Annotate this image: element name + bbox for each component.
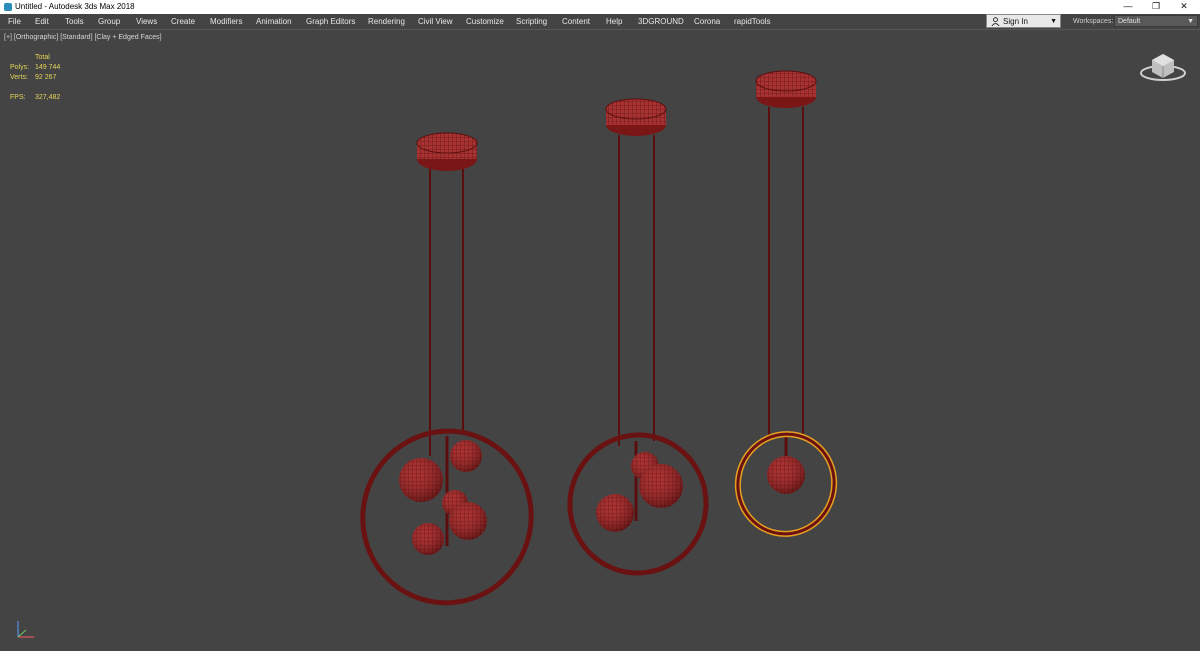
menu-tools[interactable]: Tools: [65, 14, 84, 29]
user-icon: [991, 17, 1000, 26]
menu-edit[interactable]: Edit: [35, 14, 49, 29]
menu-modifiers[interactable]: Modifiers: [210, 14, 242, 29]
chevron-down-icon: ▼: [1187, 18, 1194, 25]
lamp-1-sphere-2-shade: [450, 440, 482, 472]
pendant-lamp-2[interactable]: [554, 98, 721, 588]
close-button[interactable]: ✕: [1172, 0, 1196, 14]
viewport-orthographic[interactable]: [+] [Orthographic] [Standard] [Clay + Ed…: [0, 29, 1200, 651]
menu-customize[interactable]: Customize: [466, 14, 504, 29]
lamp-3-canopy-top: [755, 70, 817, 92]
lamp-2-ring: [567, 432, 709, 576]
workspaces-select[interactable]: Default ▼: [1114, 15, 1198, 27]
lamp-1-sphere-5-shade: [412, 523, 444, 555]
workspaces-value: Default: [1118, 18, 1141, 25]
axis-gizmo-icon: [17, 621, 34, 638]
menu-help[interactable]: Help: [606, 14, 622, 29]
lamp-2-canopy-top: [605, 98, 667, 120]
menu-3dground[interactable]: 3DGROUND: [638, 14, 684, 29]
sign-in-dropdown[interactable]: Sign In ▼: [986, 14, 1061, 28]
viewcube-icon[interactable]: [1138, 48, 1188, 84]
pendant-lamp-3-selected[interactable]: [727, 70, 846, 545]
lamp-3-sphere-shade: [767, 456, 805, 494]
restore-button[interactable]: ❐: [1144, 0, 1168, 14]
menu-views[interactable]: Views: [136, 14, 157, 29]
window-title: Untitled - Autodesk 3ds Max 2018: [15, 2, 135, 11]
lamp-1-sphere-4-shade: [449, 502, 487, 540]
menu-content[interactable]: Content: [562, 14, 590, 29]
menu-corona[interactable]: Corona: [694, 14, 720, 29]
menu-civil-view[interactable]: Civil View: [418, 14, 453, 29]
menu-rendering[interactable]: Rendering: [368, 14, 405, 29]
menu-graph-editors[interactable]: Graph Editors: [306, 14, 355, 29]
menu-rapidtools[interactable]: rapidTools: [734, 14, 770, 29]
minimize-button[interactable]: —: [1116, 0, 1140, 14]
sign-in-label: Sign In: [1003, 17, 1028, 26]
scene-canvas[interactable]: [0, 30, 1200, 651]
chevron-down-icon: ▼: [1050, 18, 1057, 25]
menu-scripting[interactable]: Scripting: [516, 14, 547, 29]
lamp-1-sphere-1-shade: [399, 458, 443, 502]
workspaces-label: Workspaces:: [1073, 18, 1114, 25]
lamp-2-sphere-2-shade: [639, 464, 683, 508]
lamp-2-sphere-3-shade: [596, 494, 634, 532]
menu-create[interactable]: Create: [171, 14, 195, 29]
menu-animation[interactable]: Animation: [256, 14, 292, 29]
app-icon: [4, 3, 12, 11]
lamp-1-canopy-top: [416, 132, 478, 154]
pendant-lamp-1[interactable]: [341, 132, 554, 625]
title-bar: Untitled - Autodesk 3ds Max 2018 — ❐ ✕: [0, 0, 1200, 14]
menu-group[interactable]: Group: [98, 14, 120, 29]
menu-file[interactable]: File: [8, 14, 21, 29]
